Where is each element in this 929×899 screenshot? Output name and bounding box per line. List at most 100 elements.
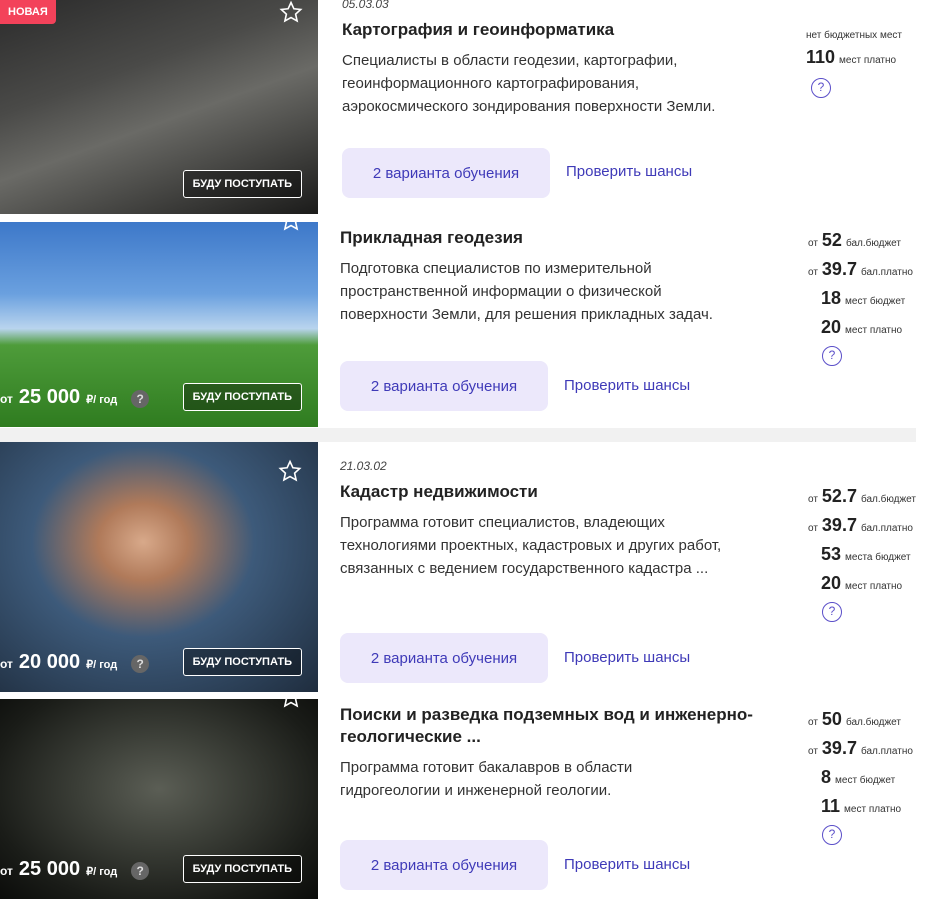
- price-amount: 25 000: [18, 858, 81, 880]
- variants-button[interactable]: 2 варианта обучения: [340, 361, 548, 411]
- apply-button[interactable]: БУДУ ПОСТУПАТЬ: [182, 855, 302, 883]
- favorite-star-icon[interactable]: [279, 222, 303, 232]
- stat-label: бал.бюджет: [860, 494, 916, 505]
- stat-prefix: от: [808, 523, 818, 534]
- stat-label: бал.платно: [860, 267, 913, 278]
- stat-label: места бюджет: [845, 552, 911, 563]
- price-amount: 25 000: [18, 386, 81, 408]
- program-stats: от 52 бал.бюджет от 39.7 бал.платно 18 м…: [808, 230, 928, 366]
- stat-label: мест бюджет: [835, 775, 896, 786]
- help-icon[interactable]: ?: [822, 346, 842, 366]
- price-help-icon[interactable]: ?: [131, 655, 150, 673]
- stat-label: бал.платно: [860, 523, 913, 534]
- favorite-star-icon[interactable]: [278, 459, 302, 483]
- program-card: от 25 000 ₽/ год ? БУДУ ПОСТУПАТЬ Поиски…: [0, 699, 916, 899]
- no-budget-note: нет бюджетных мест: [806, 30, 902, 41]
- stat-prefix: от: [808, 746, 818, 757]
- stat-row: от 52.7 бал.бюджет: [808, 486, 928, 515]
- program-title[interactable]: Прикладная геодезия: [340, 227, 780, 249]
- program-description: Специалисты в области геодезии, картогра…: [342, 52, 716, 115]
- program-title[interactable]: Поиски и разведка подземных вод и инжене…: [340, 704, 770, 748]
- price-amount: 20 000: [18, 651, 81, 673]
- stat-prefix: от: [808, 717, 818, 728]
- check-chances-link[interactable]: Проверить шансы: [564, 856, 690, 873]
- stat-row: 20 мест платно: [808, 317, 928, 346]
- variants-button[interactable]: 2 варианта обучения: [342, 148, 550, 198]
- stat-prefix: от: [808, 238, 818, 249]
- stat-row: 8 мест бюджет: [808, 767, 928, 796]
- variants-button[interactable]: 2 варианта обучения: [340, 633, 548, 683]
- apply-button[interactable]: БУДУ ПОСТУПАТЬ: [182, 383, 302, 411]
- price-block: от 25 000 ₽/ год ?: [0, 386, 150, 409]
- program-title[interactable]: Картография и геоинформатика: [342, 19, 782, 41]
- stat-row: 110 мест платно: [806, 47, 916, 76]
- program-code: 05.03.03: [342, 0, 389, 11]
- stat-prefix: от: [808, 267, 818, 278]
- program-stats: от 52.7 бал.бюджет от 39.7 бал.платно 53…: [808, 486, 928, 622]
- price-block: от 20 000 ₽/ год ?: [0, 651, 150, 674]
- program-card: НОВАЯ БУДУ ПОСТУПАТЬ 05.03.03 Картографи…: [0, 0, 916, 214]
- stat-row: 20 мест платно: [808, 573, 928, 602]
- stat-value: 52: [821, 230, 842, 250]
- stat-value: 53: [821, 544, 842, 564]
- stat-value: 20: [821, 573, 842, 593]
- stat-label: бал.бюджет: [845, 717, 901, 728]
- program-description: Подготовка специалистов по измерительной…: [340, 260, 713, 323]
- stat-row: от 52 бал.бюджет: [808, 230, 928, 259]
- stat-label: мест платно: [844, 804, 902, 815]
- stat-row: от 39.7 бал.платно: [808, 515, 928, 544]
- stat-value: 20: [821, 317, 842, 337]
- help-icon[interactable]: ?: [811, 78, 831, 98]
- stat-row: 53 места бюджет: [808, 544, 928, 573]
- program-stats: от 50 бал.бюджет от 39.7 бал.платно 8 ме…: [808, 709, 928, 845]
- program-image[interactable]: от 20 000 ₽/ год ? БУДУ ПОСТУПАТЬ: [0, 442, 318, 692]
- apply-button[interactable]: БУДУ ПОСТУПАТЬ: [182, 170, 302, 198]
- stat-row: от 39.7 бал.платно: [808, 259, 928, 288]
- program-content: Поиски и разведка подземных вод и инжене…: [340, 704, 780, 890]
- variants-button[interactable]: 2 варианта обучения: [340, 840, 548, 890]
- program-card: от 25 000 ₽/ год ? БУДУ ПОСТУПАТЬ Прикла…: [0, 222, 916, 427]
- stat-label: бал.бюджет: [845, 238, 901, 249]
- stat-value: 52.7: [821, 486, 857, 506]
- program-content: Прикладная геодезия Подготовка специалис…: [340, 227, 780, 411]
- program-description: Программа готовит специалистов, владеющи…: [340, 514, 722, 577]
- apply-button[interactable]: БУДУ ПОСТУПАТЬ: [182, 648, 302, 676]
- check-chances-link[interactable]: Проверить шансы: [564, 377, 690, 394]
- stat-label: бал.платно: [860, 746, 913, 757]
- price-unit: ₽/ год: [86, 659, 118, 671]
- help-icon[interactable]: ?: [822, 825, 842, 845]
- check-chances-link[interactable]: Проверить шансы: [564, 649, 690, 666]
- program-content: 05.03.03 Картография и геоинформатика Сп…: [342, 0, 782, 198]
- stat-label: мест платно: [845, 581, 903, 592]
- check-chances-link[interactable]: Проверить шансы: [566, 163, 692, 180]
- help-icon[interactable]: ?: [822, 602, 842, 622]
- program-title[interactable]: Кадастр недвижимости: [340, 481, 780, 503]
- stat-row: от 39.7 бал.платно: [808, 738, 928, 767]
- card-separator: [0, 428, 916, 442]
- stat-value: 39.7: [821, 515, 857, 535]
- stat-value: 39.7: [821, 259, 857, 279]
- program-card: от 20 000 ₽/ год ? БУДУ ПОСТУПАТЬ 21.03.…: [0, 442, 916, 692]
- stat-value: 39.7: [821, 738, 857, 758]
- favorite-star-icon[interactable]: [279, 0, 303, 24]
- stat-value: 50: [821, 709, 842, 729]
- price-from: от: [0, 864, 13, 878]
- program-stats: нет бюджетных мест 110 мест платно ?: [806, 30, 916, 98]
- program-image[interactable]: НОВАЯ БУДУ ПОСТУПАТЬ: [0, 0, 318, 214]
- program-image[interactable]: от 25 000 ₽/ год ? БУДУ ПОСТУПАТЬ: [0, 222, 318, 427]
- stat-label: мест платно: [845, 325, 903, 336]
- program-image[interactable]: от 25 000 ₽/ год ? БУДУ ПОСТУПАТЬ: [0, 699, 318, 899]
- stat-prefix: от: [808, 494, 818, 505]
- favorite-star-icon[interactable]: [279, 699, 303, 709]
- price-from: от: [0, 392, 13, 406]
- program-description: Программа готовит бакалавров в области г…: [340, 759, 633, 799]
- program-list: НОВАЯ БУДУ ПОСТУПАТЬ 05.03.03 Картографи…: [0, 0, 929, 899]
- price-help-icon[interactable]: ?: [131, 862, 150, 880]
- stat-value: 18: [821, 288, 842, 308]
- price-unit: ₽/ год: [86, 394, 118, 406]
- stat-value: 110: [806, 47, 836, 67]
- price-help-icon[interactable]: ?: [131, 390, 150, 408]
- stat-label: мест платно: [839, 55, 897, 66]
- stat-row: 18 мест бюджет: [808, 288, 928, 317]
- price-from: от: [0, 657, 13, 671]
